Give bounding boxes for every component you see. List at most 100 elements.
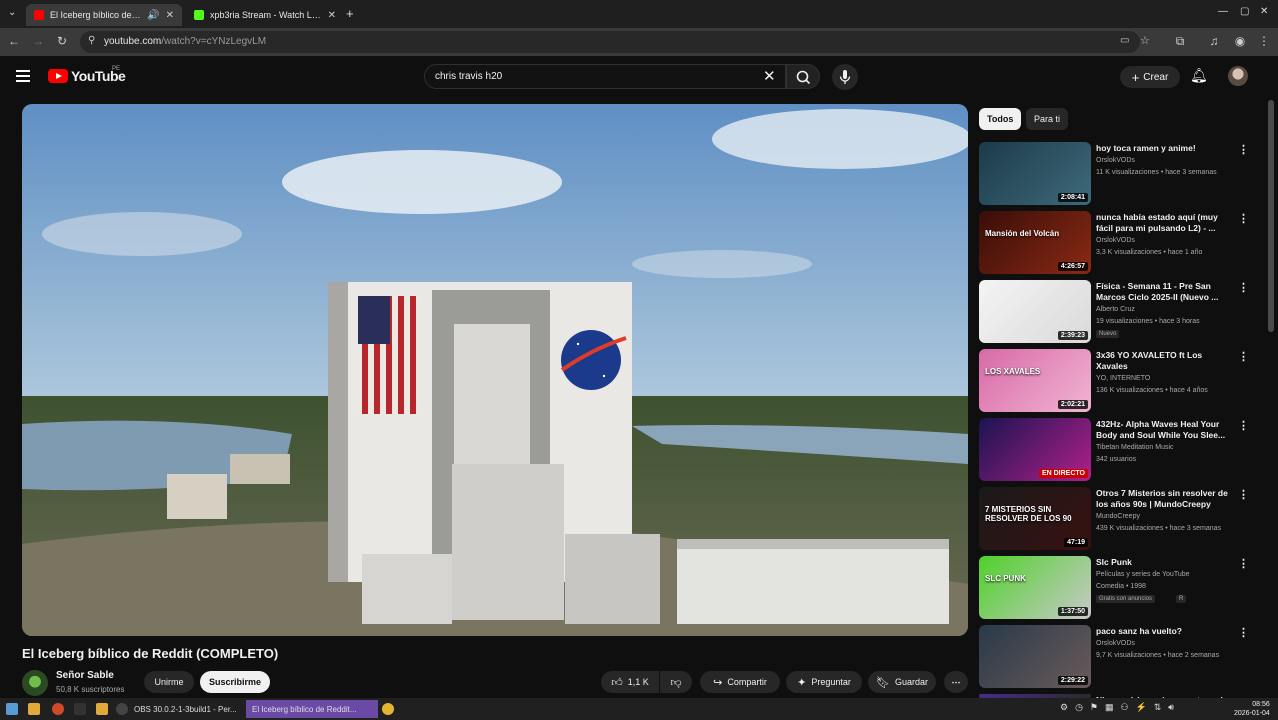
recommendation-title[interactable]: Física - Semana 11 - Pre San Marcos Cicl… [1096, 281, 1228, 303]
recommendation-thumbnail[interactable]: 7 MISTERIOS SIN RESOLVER DE LOS 90 47:19 [979, 487, 1091, 550]
save-label: Guardar [894, 677, 928, 687]
more-actions-button[interactable]: ⋯ [944, 671, 968, 693]
recommendation-channel[interactable]: MundoCreepy [1096, 513, 1140, 520]
recommendation-thumbnail[interactable]: 2:29:22 [979, 625, 1091, 688]
recommendation-title[interactable]: Slc Punk [1096, 557, 1228, 568]
notifications-bell-icon[interactable]: 🔔︎ [1190, 67, 1208, 84]
recommendation-title[interactable]: nunca había estado aquí (muy fácil para … [1096, 212, 1228, 234]
video-frame [22, 104, 968, 636]
more-options-icon[interactable]: ⋮ [1238, 419, 1249, 432]
create-button[interactable]: + Crear [1120, 66, 1180, 88]
bookmark-star-icon[interactable]: ☆ [1140, 34, 1150, 47]
recommendation-title[interactable]: paco sanz ha vuelto? [1096, 626, 1228, 637]
url-text[interactable]: youtube.com/watch?v=cYNzLegvLM [104, 36, 266, 47]
forward-arrow-icon[interactable]: → [30, 34, 46, 48]
minimize-icon[interactable]: — [1218, 6, 1228, 17]
clock-time: 08:56 [1252, 701, 1270, 708]
browser-taskbar-icon[interactable] [52, 703, 64, 715]
browser-menu-icon[interactable]: ⋮ [1256, 34, 1272, 48]
chip-all[interactable]: Todos [979, 108, 1022, 130]
like-button[interactable]: 👍︎ 1,1 K [601, 671, 659, 693]
share-button[interactable]: ↪ Compartir [700, 671, 780, 693]
terminal-icon[interactable] [74, 703, 86, 715]
new-tab-plus-icon[interactable]: + [346, 6, 354, 21]
recommendation-channel[interactable]: OrslokVODs [1096, 237, 1135, 244]
more-options-icon[interactable]: ⋮ [1238, 488, 1249, 501]
sidebar-scrollbar[interactable] [1268, 100, 1274, 332]
system-tray[interactable]: ⚙◷⚑▦⚇⚡⇅🔊︎ [1060, 702, 1181, 713]
more-options-icon[interactable]: ⋮ [1238, 350, 1249, 363]
thumbs-up-icon: 👍︎ [611, 676, 623, 689]
join-label: Unirme [154, 677, 184, 687]
recommendation-thumbnail[interactable]: EN DIRECTO [979, 418, 1091, 481]
more-options-icon[interactable]: ⋮ [1238, 143, 1249, 156]
recommendation-channel[interactable]: Tibetan Meditation Music [1096, 444, 1174, 451]
search-box[interactable]: chris travis h20 ✕ [424, 64, 786, 89]
tab-close-icon[interactable]: ✕ [166, 10, 174, 21]
recommendation-channel[interactable]: OrslokVODs [1096, 157, 1135, 164]
chip-for-you[interactable]: Para ti [1026, 108, 1069, 130]
join-button[interactable]: Unirme [144, 671, 194, 693]
search-icon [796, 70, 811, 85]
maximize-icon[interactable]: ▢ [1240, 6, 1249, 17]
extension-icon[interactable]: ⧉ [1172, 34, 1188, 49]
profile-icon[interactable]: ◉ [1232, 34, 1248, 48]
obs-icon[interactable] [116, 703, 128, 715]
more-options-icon[interactable]: ⋮ [1238, 557, 1249, 570]
tab-close-icon[interactable]: ✕ [328, 10, 336, 21]
user-avatar[interactable] [1228, 66, 1248, 86]
tab-kick-stream[interactable]: xpb3ria Stream - Watch Live ✕ [186, 4, 344, 26]
start-menu-icon[interactable] [6, 703, 18, 715]
taskbar-window-browser[interactable]: El Iceberg bíblico de Reddit... [246, 700, 378, 718]
channel-avatar[interactable] [22, 670, 48, 696]
save-button[interactable]: 🔖︎ Guardar [868, 671, 936, 693]
chrome-taskbar-icon[interactable] [382, 703, 394, 715]
create-label: Crear [1143, 71, 1169, 83]
dislike-button[interactable]: 👎︎ [660, 671, 692, 693]
recommendation-channel[interactable]: Alberto Cruz [1096, 306, 1135, 313]
recommendation-thumbnail[interactable]: 2:08:41 [979, 142, 1091, 205]
hamburger-menu-icon[interactable] [16, 70, 30, 85]
files-icon[interactable] [28, 703, 40, 715]
recommendation-channel[interactable]: OrslokVODs [1096, 640, 1135, 647]
recommendation-thumbnail[interactable]: 2:39:23 [979, 280, 1091, 343]
channel-name[interactable]: Señor Sable [56, 670, 114, 681]
recommendation-channel[interactable]: Películas y series de YouTube [1096, 571, 1190, 578]
more-options-icon[interactable]: ⋮ [1238, 626, 1249, 639]
clear-search-icon[interactable]: ✕ [763, 67, 776, 85]
voice-search-button[interactable] [832, 64, 858, 90]
recommendation-thumbnail[interactable]: SLC PUNK 1:37:50 [979, 556, 1091, 619]
browser-tab-strip: ⌄ El Iceberg bíblico de Redd 🔊 ✕ xpb3ria… [0, 0, 1278, 28]
taskbar-window-obs[interactable]: OBS 30.0.2-1-3build1 - Per... [128, 700, 244, 718]
site-info-icon[interactable]: ⚲ [88, 35, 95, 46]
recommendation-title[interactable]: 3x36 YO XAVALETO ft Los Xavales [1096, 350, 1228, 372]
recommendation-title[interactable]: Otros 7 Misterios sin resolver de los añ… [1096, 488, 1228, 510]
tab-list-chevron-icon[interactable]: ⌄ [8, 7, 16, 18]
duration-badge: 1:37:50 [1057, 607, 1088, 616]
media-icon[interactable]: ♫ [1206, 34, 1222, 48]
back-arrow-icon[interactable]: ← [6, 34, 22, 48]
recommendation-channel[interactable]: YO, INTERNETO [1096, 375, 1150, 382]
search-button[interactable] [786, 64, 820, 89]
search-input[interactable]: chris travis h20 [435, 71, 502, 82]
subscribe-button[interactable]: Suscribirme [200, 671, 270, 693]
reload-icon[interactable]: ↻ [54, 34, 70, 48]
video-player[interactable] [22, 104, 968, 636]
tab-youtube[interactable]: El Iceberg bíblico de Redd 🔊 ✕ [26, 4, 182, 26]
recommendation-thumbnail[interactable]: LOS XAVALES 2:02:21 [979, 349, 1091, 412]
recommendation-title[interactable]: hoy toca ramen y anime! [1096, 143, 1228, 154]
clock[interactable]: 08:56 2026-01-04 [1234, 700, 1270, 718]
ask-button[interactable]: ✦ Preguntar [786, 671, 862, 693]
close-window-icon[interactable]: ✕ [1260, 6, 1268, 17]
more-options-icon[interactable]: ⋮ [1238, 212, 1249, 225]
recommendation-thumbnail[interactable]: Mansión del Volcán 4:26:57 [979, 211, 1091, 274]
chip-label: Todos [987, 114, 1014, 124]
more-options-icon[interactable]: ⋮ [1238, 281, 1249, 294]
address-bar[interactable]: ⚲ youtube.com/watch?v=cYNzLegvLM ▭ ☆ [80, 31, 1150, 53]
country-code: PE [112, 66, 121, 72]
folder-icon[interactable] [96, 703, 108, 715]
recommendation-title[interactable]: 432Hz- Alpha Waves Heal Your Body and So… [1096, 419, 1228, 441]
subscriber-count: 50,8 K suscriptores [56, 685, 125, 694]
recommendation-meta: 439 K visualizaciones • hace 3 semanas [1096, 525, 1222, 532]
cast-icon[interactable]: ▭ [1120, 35, 1129, 46]
